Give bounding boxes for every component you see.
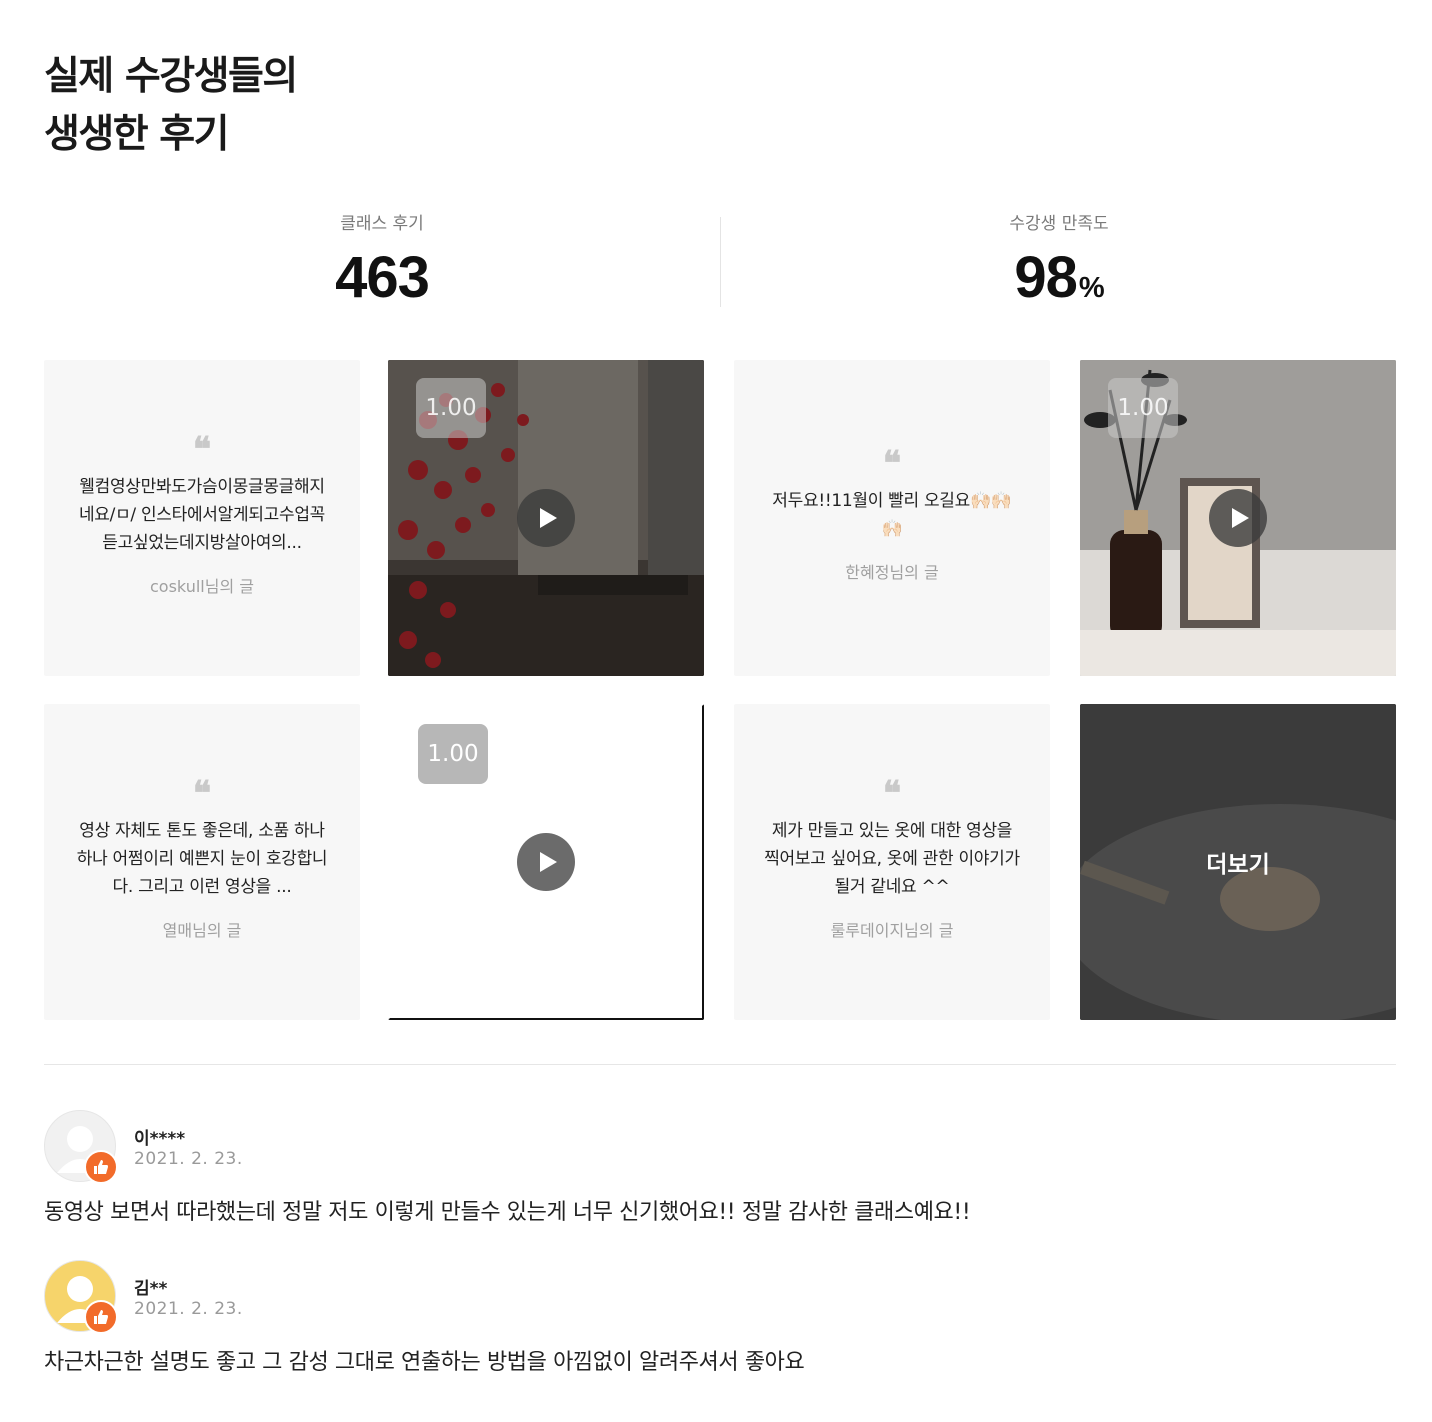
section-divider (44, 1064, 1396, 1065)
comment-username: 이**** (134, 1129, 186, 1149)
comment-username: 김** (134, 1279, 168, 1299)
title-line-1: 실제 수강생들의 (44, 54, 298, 99)
avatar (44, 1110, 118, 1184)
playback-speed-badge[interactable]: 1.00 (418, 724, 488, 784)
stat-value: 98 (1014, 245, 1078, 310)
quote-icon: ❝ (882, 444, 902, 484)
section-title: 실제 수강생들의 생생한 후기 (44, 48, 298, 164)
stat-value: 463 (335, 245, 430, 310)
title-line-2: 생생한 후기 (44, 112, 229, 157)
review-card[interactable]: ❝ 영상 자체도 톤도 좋은데, 소품 하나하나 어쩜이리 예쁜지 눈이 호강합… (44, 704, 360, 1020)
review-author: 룰루데이지님의 글 (830, 921, 954, 940)
play-icon[interactable] (517, 833, 575, 891)
review-text: 웰컴영상만봐도가슴이몽글몽글해지네요/ㅁ/ 인스타에서알게되고수업꼭듣고싶었는데… (78, 477, 326, 553)
quote-icon: ❝ (192, 430, 212, 470)
review-author: 한혜정님의 글 (845, 563, 939, 582)
playback-speed-badge[interactable]: 1.00 (1108, 378, 1178, 438)
play-icon[interactable] (517, 489, 575, 547)
stat-unit: % (1078, 272, 1105, 304)
comment-text: 차근차근한 설명도 좋고 그 감성 그대로 연출하는 방법을 아낌없이 알려주셔… (44, 1350, 805, 1375)
review-author: coskull님의 글 (150, 577, 254, 596)
playback-speed-badge[interactable]: 1.00 (416, 378, 486, 438)
stat-review-count: 클래스 후기 463 (182, 210, 582, 318)
more-reviews-button[interactable]: 더보기 (1080, 704, 1396, 1020)
avatar (44, 1260, 118, 1334)
review-text: 저두요!!11월이 빨리 오길요🙌🏻🙌🏻🙌🏻 (772, 491, 1012, 539)
thumbs-up-icon (84, 1150, 118, 1184)
comment-text: 동영상 보면서 따라했는데 정말 저도 이렇게 만들수 있는게 너무 신기했어요… (44, 1200, 971, 1225)
stat-divider (720, 217, 721, 307)
review-text: 제가 만들고 있는 옷에 대한 영상을 찍어보고 싶어요, 옷에 관한 이야기가… (764, 821, 1020, 897)
play-icon[interactable] (1209, 489, 1267, 547)
more-label: 더보기 (1206, 852, 1270, 878)
video-review-card[interactable]: 1.00 (388, 704, 704, 1020)
thumbs-up-icon (84, 1300, 118, 1334)
review-card[interactable]: ❝ 웰컴영상만봐도가슴이몽글몽글해지네요/ㅁ/ 인스타에서알게되고수업꼭듣고싶었… (44, 360, 360, 676)
review-text: 영상 자체도 톤도 좋은데, 소품 하나하나 어쩜이리 예쁜지 눈이 호강합니다… (76, 821, 328, 897)
comment-date: 2021. 2. 23. (134, 1149, 243, 1169)
review-card[interactable]: ❝ 저두요!!11월이 빨리 오길요🙌🏻🙌🏻🙌🏻 한혜정님의 글 (734, 360, 1050, 676)
video-review-card[interactable]: 1.00 (388, 360, 704, 676)
comment-date: 2021. 2. 23. (134, 1299, 243, 1319)
quote-icon: ❝ (882, 774, 902, 814)
video-review-card[interactable]: 1.00 (1080, 360, 1396, 676)
stat-satisfaction: 수강생 만족도 98% (859, 210, 1259, 328)
stat-label: 클래스 후기 (340, 214, 424, 234)
review-author: 열매님의 글 (162, 921, 242, 940)
quote-icon: ❝ (192, 774, 212, 814)
review-card[interactable]: ❝ 제가 만들고 있는 옷에 대한 영상을 찍어보고 싶어요, 옷에 관한 이야… (734, 704, 1050, 1020)
stat-label: 수강생 만족도 (1009, 214, 1109, 234)
